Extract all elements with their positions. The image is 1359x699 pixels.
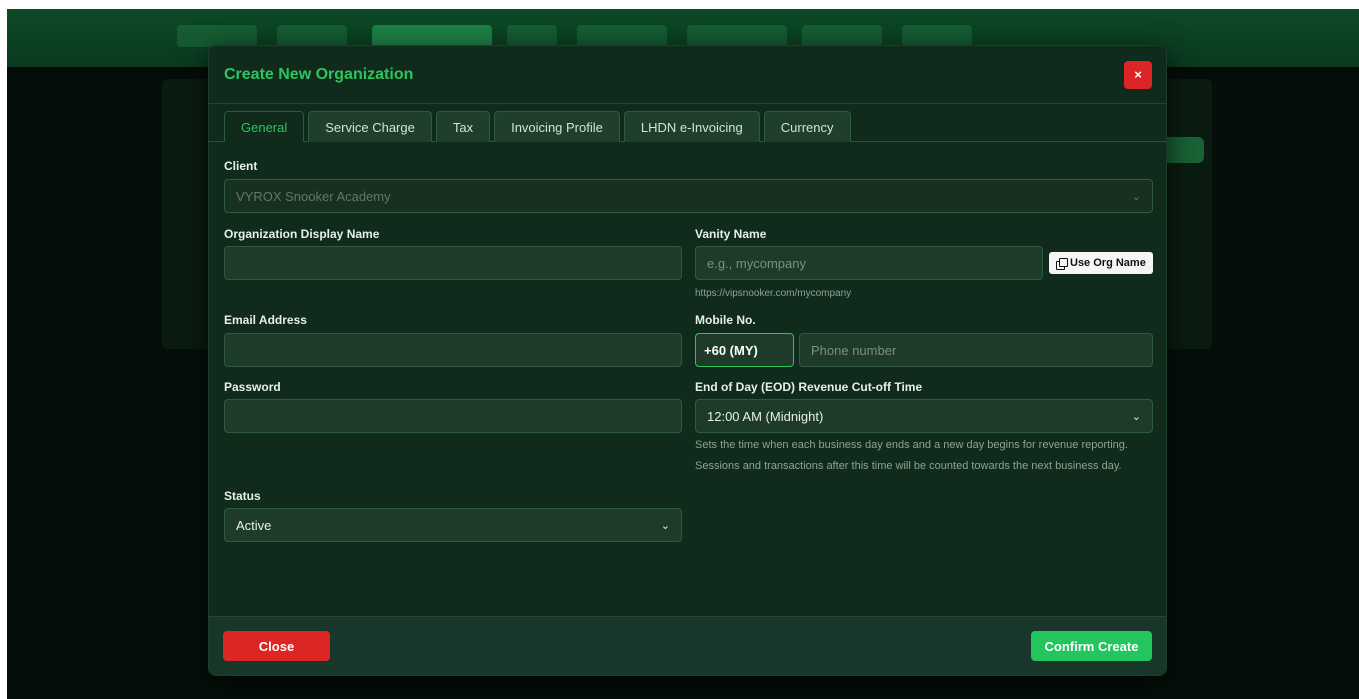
use-org-name-label: Use Org Name [1070, 257, 1146, 269]
vanity-name-input[interactable] [695, 246, 1043, 280]
close-button[interactable]: Close [223, 631, 330, 661]
modal-close-x-button[interactable]: × [1124, 60, 1152, 89]
chevron-down-icon: ⌄ [1131, 410, 1141, 423]
password-label: Password [224, 380, 281, 394]
nav-item [687, 25, 787, 47]
chevron-down-icon: ⌄ [660, 519, 670, 532]
tab-lhdn-e-invoicing[interactable]: LHDN e-Invoicing [623, 111, 760, 142]
password-input[interactable] [224, 399, 682, 433]
tab-currency[interactable]: Currency [763, 111, 851, 142]
create-organization-modal: Create New Organization × General Servic… [208, 45, 1167, 676]
country-code-select[interactable]: +60 (MY) [695, 333, 794, 367]
tab-service-charge[interactable]: Service Charge [308, 111, 432, 142]
email-input[interactable] [224, 333, 682, 367]
eod-help-line-1: Sets the time when each business day end… [695, 439, 1128, 451]
status-label: Status [224, 489, 261, 503]
use-org-name-button[interactable]: Use Org Name [1049, 252, 1153, 274]
client-label: Client [224, 159, 258, 173]
modal-header: Create New Organization × [209, 46, 1166, 104]
confirm-create-button[interactable]: Confirm Create [1031, 631, 1152, 661]
tab-general[interactable]: General [224, 111, 305, 142]
eod-label: End of Day (EOD) Revenue Cut-off Time [695, 380, 923, 394]
nav-item-active [372, 25, 492, 47]
email-label: Email Address [224, 313, 307, 327]
nav-item [177, 25, 257, 47]
org-display-name-input[interactable] [224, 246, 682, 280]
eod-help-line-2: Sessions and transactions after this tim… [695, 460, 1122, 472]
vanity-name-label: Vanity Name [695, 227, 767, 241]
org-display-name-label: Organization Display Name [224, 227, 380, 241]
tab-bar: General Service Charge Tax Invoicing Pro… [209, 104, 1166, 142]
eod-cutoff-value: 12:00 AM (Midnight) [707, 408, 824, 424]
mobile-label: Mobile No. [695, 313, 756, 327]
eod-cutoff-select[interactable]: 12:00 AM (Midnight) ⌄ [695, 399, 1153, 433]
status-select[interactable]: Active ⌄ [224, 508, 682, 542]
modal-title: Create New Organization [224, 65, 414, 83]
modal-footer: Close Confirm Create [209, 616, 1166, 675]
nav-item [507, 25, 557, 47]
chevron-down-icon: ⌄ [1131, 190, 1141, 203]
client-select[interactable]: VYROX Snooker Academy ⌄ [224, 179, 1153, 213]
client-select-value: VYROX Snooker Academy [236, 188, 391, 204]
nav-item [902, 25, 972, 47]
nav-item [802, 25, 882, 47]
tab-invoicing-profile[interactable]: Invoicing Profile [494, 111, 620, 142]
phone-number-input[interactable] [799, 333, 1153, 367]
status-value: Active [236, 517, 272, 533]
copy-icon [1056, 257, 1068, 270]
tab-tax[interactable]: Tax [435, 111, 491, 142]
nav-item [577, 25, 667, 47]
nav-item [277, 25, 347, 47]
vanity-url-preview: https://vipsnooker.com/mycompany [695, 288, 852, 299]
